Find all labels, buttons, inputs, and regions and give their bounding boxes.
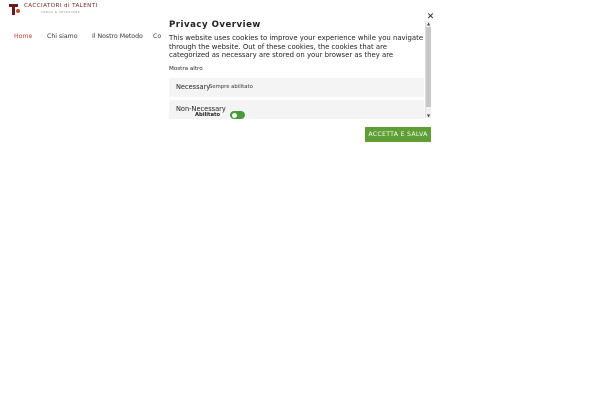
cookie-modal: ✕ Privacy Overview This website uses coo… [163,12,433,119]
non-necessary-toggle[interactable] [230,111,245,119]
scroll-thumb[interactable] [426,27,431,107]
logo-text: CACCIATORI di TALENTI CERCA & SELEZIONE [24,2,98,15]
site-logo[interactable]: CACCIATORI di TALENTI CERCA & SELEZIONE [9,2,98,16]
cookie-category-necessary[interactable]: Necessary Sempre abilitato [169,78,424,97]
nav-item-chi-siamo[interactable]: Chi siamo [47,33,77,40]
brand-name: CACCIATORI di TALENTI [24,2,98,9]
category-title: Necessary [176,83,211,91]
accept-and-save-button[interactable]: ACCETTA E SALVA [365,127,431,142]
nav-item-home[interactable]: Home [14,33,32,40]
toggle-knob [232,112,237,118]
scroll-down-icon[interactable]: ▼ [426,113,431,118]
modal-content: Privacy Overview This website uses cooki… [169,18,424,72]
modal-scrollbar[interactable]: ▲ ▼ [425,21,431,118]
toggle-label: Abilitato [195,112,221,118]
nav-item-partial[interactable]: Co [153,33,161,40]
modal-description: This website uses cookies to improve you… [169,34,424,60]
category-status: Sempre abilitato [209,84,253,90]
scroll-up-icon[interactable]: ▲ [426,21,431,26]
cookie-category-non-necessary[interactable]: Non-Necessary Abilitato [169,100,424,119]
logo-mark-icon [9,3,20,15]
nav-item-metodo[interactable]: Il Nostro Metodo [92,33,143,40]
brand-tagline: CERCA & SELEZIONE [41,10,81,15]
modal-title: Privacy Overview [169,20,261,30]
show-more-link[interactable]: Mostra altro [169,66,424,72]
